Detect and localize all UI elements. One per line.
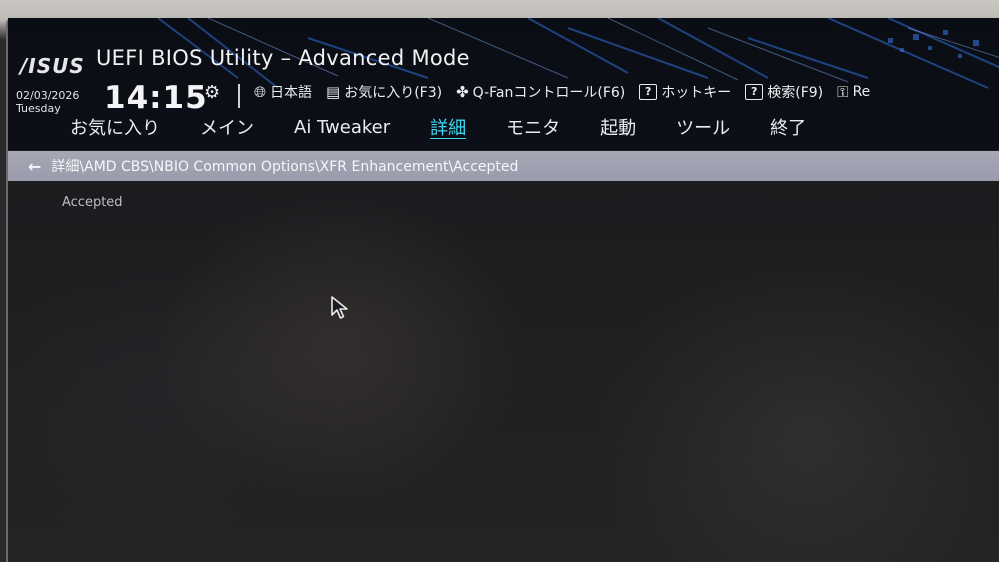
mouse-cursor-icon — [331, 296, 348, 319]
bios-screen: /ISUS UEFI BIOS Utility – Advanced Mode … — [6, 18, 999, 562]
favorites-button[interactable]: ▤ お気に入り(F3) — [326, 82, 442, 102]
back-arrow-icon[interactable]: ← — [28, 157, 41, 176]
qfan-button[interactable]: ✤ Q-Fanコントロール(F6) — [456, 82, 625, 102]
tab-boot[interactable]: 起動 — [580, 114, 656, 140]
page-title: UEFI BIOS Utility – Advanced Mode — [96, 46, 470, 70]
date-display: 02/03/2026 Tuesday — [16, 89, 79, 115]
tab-exit[interactable]: 終了 — [750, 114, 826, 140]
main-tabs: お気に入り メイン Ai Tweaker 詳細 モニタ 起動 ツール 終了 — [50, 114, 826, 140]
search-help-icon: ? — [745, 84, 764, 100]
tab-favorites[interactable]: お気に入り — [50, 114, 180, 140]
rog-button[interactable]: ⚿ Re — [837, 83, 870, 101]
tab-monitor[interactable]: モニタ — [486, 114, 580, 140]
rog-label: Re — [852, 84, 871, 100]
language-label: 日本語 — [270, 85, 313, 101]
search-button[interactable]: ? 検索(F9) — [745, 82, 823, 102]
hotkeys-label: ホットキー — [661, 85, 732, 101]
toolbar: 🌐︎ 日本語 ▤ お気に入り(F3) ✤ Q-Fanコントロール(F6) ? ホ… — [254, 82, 870, 102]
date-text: 02/03/2026 — [16, 89, 80, 102]
qfan-label: Q-Fanコントロール(F6) — [472, 85, 626, 101]
key-icon: ⚿ — [837, 83, 849, 101]
bios-header: /ISUS UEFI BIOS Utility – Advanced Mode … — [8, 18, 999, 150]
asus-logo: /ISUS — [20, 54, 85, 78]
search-label: 検索(F9) — [767, 85, 824, 101]
language-button[interactable]: 🌐︎ 日本語 — [254, 82, 312, 102]
globe-icon: 🌐︎ — [254, 83, 267, 101]
gear-icon[interactable]: ⚙ — [204, 82, 220, 103]
favorites-icon: ▤ — [326, 83, 341, 101]
header-divider — [238, 84, 240, 108]
help-icon: ? — [639, 84, 658, 100]
hotkeys-button[interactable]: ? ホットキー — [639, 82, 731, 102]
tab-tool[interactable]: ツール — [656, 114, 750, 140]
photo-background: /ISUS UEFI BIOS Utility – Advanced Mode … — [0, 0, 999, 562]
time-display: 14:15 — [104, 80, 208, 116]
favorites-label: お気に入り(F3) — [344, 85, 443, 101]
tab-main[interactable]: メイン — [180, 114, 274, 140]
fan-icon: ✤ — [456, 83, 469, 101]
setting-item-accepted[interactable]: Accepted — [62, 195, 123, 210]
tab-ai-tweaker[interactable]: Ai Tweaker — [274, 117, 410, 138]
breadcrumb-path: 詳細\AMD CBS\NBIO Common Options\XFR Enhan… — [51, 159, 519, 175]
breadcrumb: ← 詳細\AMD CBS\NBIO Common Options\XFR Enh… — [8, 151, 999, 181]
tab-advanced[interactable]: 詳細 — [410, 114, 486, 140]
